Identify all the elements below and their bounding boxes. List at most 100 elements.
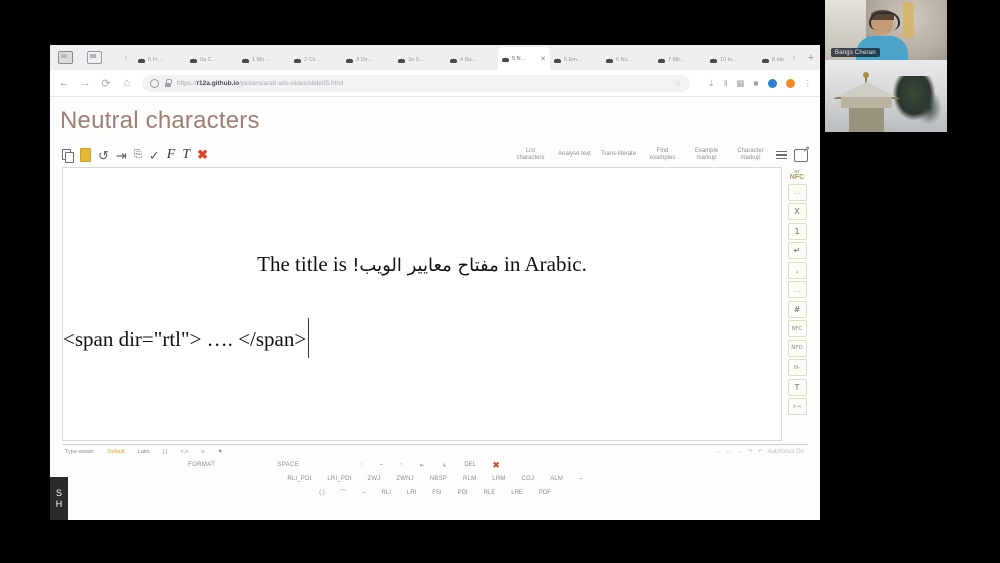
tool-example-markup[interactable]: Example markup: [688, 148, 725, 163]
control-char-button[interactable]: RLM: [463, 476, 476, 482]
format-circle-icon[interactable]: ○: [351, 462, 371, 468]
status-lines-icon[interactable]: ≡: [201, 449, 204, 455]
control-char-button[interactable]: ZWJ: [367, 476, 380, 482]
tab-close-icon[interactable]: ✕: [540, 55, 546, 63]
sidebar-button[interactable]: 1: [787, 222, 807, 240]
control-char-button[interactable]: PDI: [458, 490, 468, 496]
extension-gold-icon[interactable]: ■: [753, 78, 758, 88]
back-icon[interactable]: ←: [58, 77, 70, 89]
open-in-new-icon[interactable]: [794, 144, 810, 162]
browser-tab[interactable]: 2 Ch…: [290, 49, 342, 70]
downloads-icon[interactable]: ⇣: [708, 78, 715, 89]
lock-icon[interactable]: [165, 79, 172, 87]
library-icon[interactable]: ‖: [724, 78, 728, 88]
type-assist-profile[interactable]: Default: [107, 449, 124, 455]
home-icon[interactable]: ⌂: [121, 77, 133, 89]
copy-icon[interactable]: [62, 149, 74, 163]
control-char-button[interactable]: RLI: [382, 490, 391, 496]
format-up-icon[interactable]: ↑: [391, 462, 411, 468]
script-label[interactable]: Latin: [138, 449, 150, 455]
control-char-button[interactable]: FSI: [432, 490, 441, 496]
extension-orange-icon[interactable]: [785, 78, 795, 88]
browser-tab[interactable]: 1 Mo…: [238, 49, 290, 70]
sidebar-button[interactable]: X: [787, 203, 807, 220]
paste-down-icon[interactable]: ⇥: [116, 149, 127, 162]
sidebar-button[interactable]: ⌴: [787, 183, 807, 201]
browser-tab[interactable]: 10 In…: [706, 49, 758, 70]
reload-icon[interactable]: ⟳: [100, 77, 112, 90]
tool-find-examples[interactable]: Find examples: [644, 148, 681, 163]
forward-icon[interactable]: →: [79, 77, 91, 89]
new-tab-button[interactable]: +: [802, 45, 820, 70]
sidebar-button[interactable]: T: [787, 378, 807, 396]
control-char-button[interactable]: RLI_PDI: [287, 476, 311, 482]
format-clear-icon[interactable]: ✖: [485, 460, 507, 471]
sidebar-button[interactable]: NFD: [787, 339, 807, 357]
control-char-button[interactable]: LRE: [511, 490, 523, 496]
format-label[interactable]: FORMAT: [188, 462, 215, 468]
extension-blue-icon[interactable]: [767, 78, 777, 88]
sidebar-button[interactable]: N-: [787, 359, 807, 376]
hamburger-menu-icon[interactable]: [776, 151, 787, 159]
tool-character-markup[interactable]: Character markup: [732, 148, 769, 163]
format-newline-icon[interactable]: ↳: [433, 462, 455, 469]
control-char-button[interactable]: RLE: [484, 490, 496, 496]
browser-tab[interactable]: 0 Fr…: [134, 49, 186, 70]
containers-icon[interactable]: ▦: [736, 78, 744, 89]
browser-tab[interactable]: 7 Mir…: [654, 49, 706, 70]
control-char-button[interactable]: CGJ: [522, 476, 535, 482]
status-redo-icon[interactable]: ↷: [748, 448, 753, 455]
browser-tab[interactable]: 6 Em…: [550, 49, 602, 70]
status-brackets-icon[interactable]: [.]: [163, 449, 168, 455]
control-char-button[interactable]: –: [579, 476, 583, 482]
address-bar[interactable]: https://r12a.github.io/pickers/arab-arb-…: [142, 74, 690, 92]
check-icon[interactable]: ✓: [149, 149, 160, 162]
font-f-icon[interactable]: F: [167, 147, 176, 163]
browser-tab[interactable]: 8 Ide…: [758, 49, 786, 70]
sidebar-button[interactable]: ،: [787, 261, 807, 279]
clear-icon[interactable]: ✖: [197, 147, 208, 163]
status-arrow-both-icon[interactable]: ↔: [726, 449, 732, 455]
control-char-button[interactable]: (.): [319, 490, 325, 496]
control-char-button[interactable]: ⁀: [341, 490, 346, 497]
tool-transliterate[interactable]: Trans-literate: [600, 151, 637, 159]
sidebar-button[interactable]: ⌴: [787, 281, 807, 298]
scroll-tabs-left-icon[interactable]: ‹: [118, 45, 134, 70]
firefox-view-icon[interactable]: [58, 51, 73, 64]
control-char-button[interactable]: LRI: [407, 490, 416, 496]
space-label[interactable]: SPACE: [277, 462, 299, 468]
control-char-button[interactable]: LRI_PDI: [327, 476, 351, 482]
status-angle-icon[interactable]: <.>: [180, 449, 188, 455]
control-char-button[interactable]: LRM: [492, 476, 505, 482]
control-char-button[interactable]: ⌣: [362, 490, 366, 497]
sidebar-button[interactable]: #: [787, 300, 807, 318]
browser-tab[interactable]: 5 N… ✕: [498, 47, 550, 70]
control-char-button[interactable]: PDF: [539, 490, 551, 496]
webcam-secondary-tile[interactable]: [825, 60, 947, 132]
delete-label[interactable]: DEL: [455, 462, 485, 468]
browser-tab[interactable]: 0a C…: [186, 49, 238, 70]
app-menu-icon[interactable]: ⋮: [804, 78, 813, 89]
side-dock[interactable]: S H: [50, 477, 68, 520]
webcam-participant-tile[interactable]: Bangs Cheran: [825, 0, 947, 60]
format-undertie-icon[interactable]: ⌣: [371, 462, 391, 469]
scroll-tabs-right-icon[interactable]: ›: [786, 45, 802, 70]
format-tab-left-icon[interactable]: ⇤: [411, 462, 433, 469]
browser-tab[interactable]: 3 Dir…: [342, 49, 394, 70]
find-replace-icon[interactable]: ⎘: [134, 150, 142, 160]
control-char-button[interactable]: ZWNJ: [396, 476, 413, 482]
bookmark-star-icon[interactable]: ☆: [675, 79, 682, 88]
status-undo-icon[interactable]: ↶: [758, 448, 763, 455]
tracking-protection-icon[interactable]: [150, 78, 159, 88]
browser-tab[interactable]: 6 Nu…: [602, 49, 654, 70]
font-t-icon[interactable]: T: [182, 147, 190, 163]
status-arrow-left-icon[interactable]: ←: [737, 449, 743, 455]
undo-icon[interactable]: ↺: [98, 149, 109, 162]
tool-list-characters[interactable]: List characters: [512, 148, 549, 163]
status-arrow-right-icon[interactable]: →: [715, 449, 721, 455]
autofocus-label[interactable]: Autofocus On: [768, 449, 804, 455]
sidebar-button[interactable]: NFC: [787, 320, 807, 337]
container-tabs-icon[interactable]: [87, 51, 102, 64]
status-filter-icon[interactable]: ▼: [217, 449, 222, 455]
control-char-button[interactable]: ALM: [550, 476, 563, 482]
